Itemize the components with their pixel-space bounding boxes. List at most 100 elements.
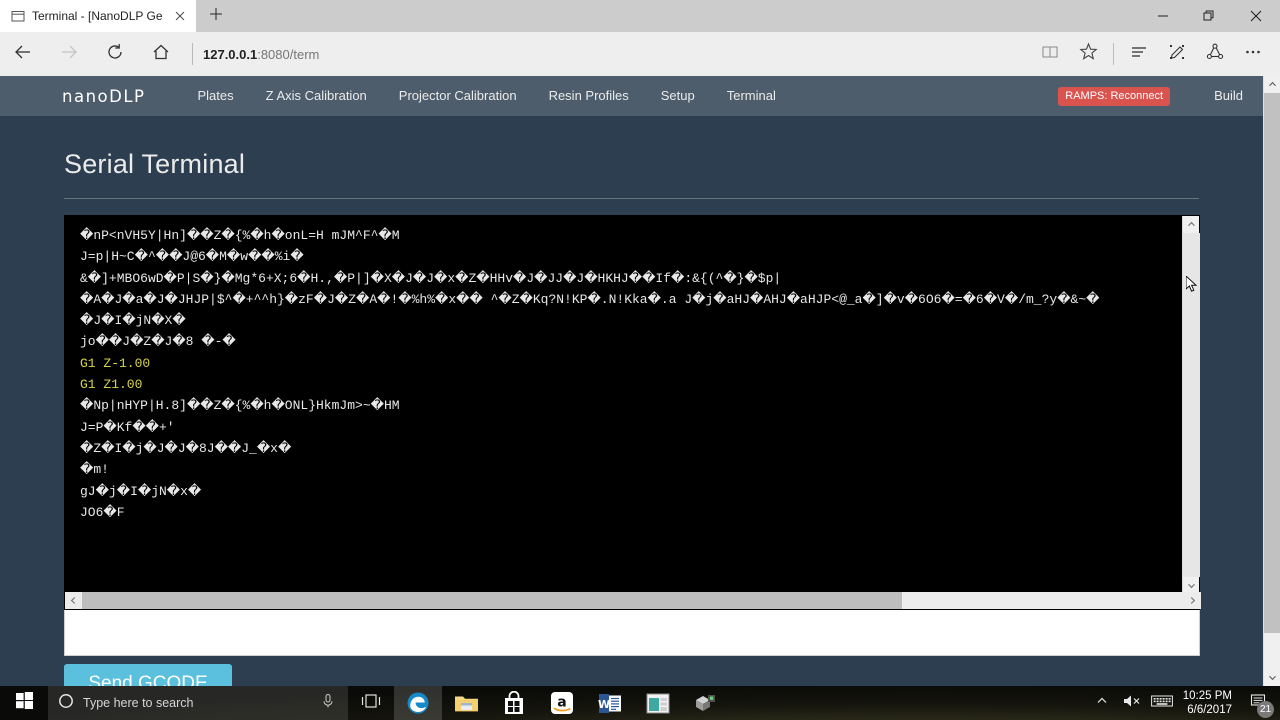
taskbar-app-app-window[interactable] [634,686,682,720]
taskbar-apps: a W [394,686,730,720]
page-content: Serial Terminal �nP<nVH5Y|Hn]��Z�{%�h�on… [0,116,1280,686]
terminal-hscroll-thumb[interactable] [82,592,902,609]
nav-item-projector-calibration[interactable]: Projector Calibration [383,76,533,116]
taskbar-app-amazon[interactable]: a [538,686,586,720]
scroll-right-icon[interactable] [1184,592,1201,609]
file-explorer-icon [454,696,478,712]
tab-strip: Terminal - [NanoDLP Ge [0,0,236,32]
reading-view-icon [1041,43,1059,66]
nav-item-setup[interactable]: Setup [645,76,711,116]
terminal-vscroll-thumb[interactable] [1183,233,1200,577]
terminal-output[interactable]: �nP<nVH5Y|Hn]��Z�{%�h�onL=H mJM^F^�M J=p|… [65,216,1184,594]
3d-builder-icon [696,695,715,711]
address-bar[interactable]: 127.0.0.1:8080/term [203,32,1031,76]
start-button[interactable] [0,686,48,720]
page-scroll-up-icon[interactable] [1264,76,1280,93]
terminal-line: J=P�Kf��+' [80,419,175,435]
nav-item-z-axis-calibration[interactable]: Z Axis Calibration [250,76,383,116]
browser-tab[interactable]: Terminal - [NanoDLP Ge [0,0,196,32]
taskbar-app-store[interactable] [490,686,538,720]
microphone-icon[interactable] [321,693,335,714]
page-vertical-scrollbar[interactable] [1263,76,1280,686]
gcode-input[interactable] [64,610,1200,656]
taskbar-app-edge[interactable] [394,686,442,720]
taskbar-clock[interactable]: 10:25 PM 6/6/2017 [1177,689,1242,717]
taskbar-app-file-explorer[interactable] [442,686,490,720]
web-note-icon [1167,42,1187,67]
hub-button[interactable] [1120,32,1158,76]
touch-keyboard-button[interactable] [1147,686,1177,720]
page-scroll-down-icon[interactable] [1264,669,1280,686]
edge-icon [407,692,429,714]
terminal-horizontal-scrollbar[interactable] [65,592,1201,609]
volume-muted-icon [1123,694,1141,713]
toolbar-actions [1031,32,1280,76]
terminal-line: JO6�F [80,504,125,520]
page-scroll-thumb[interactable] [1264,93,1280,633]
show-hidden-icons-button[interactable] [1087,686,1117,720]
search-placeholder: Type here to search [83,696,194,710]
more-button[interactable] [1234,32,1272,76]
toolbar-divider [192,43,193,65]
terminal-line: gJ�j�I�jN�x� [80,483,202,499]
system-tray: 10:25 PM 6/6/2017 21 [1087,686,1280,720]
nav-item-plates[interactable]: Plates [181,76,249,116]
web-note-button[interactable] [1158,32,1196,76]
favorites-star-icon [1078,42,1098,66]
refresh-icon [105,42,125,67]
share-icon [1205,42,1225,67]
favorites-button[interactable] [1069,32,1107,76]
back-button[interactable] [0,32,46,76]
more-icon [1243,42,1263,67]
close-icon[interactable] [173,9,187,23]
terminal-line: �J�I�jN�X� [80,313,186,329]
windows-taskbar: Type here to search a W 10:25 PM 6/6/201… [0,686,1280,720]
brand-logo[interactable]: nanoDLP [62,87,145,106]
browser-toolbar: 127.0.0.1:8080/term [0,32,1280,76]
store-icon [505,691,523,714]
minimize-button[interactable] [1140,0,1186,32]
home-button[interactable] [138,32,184,76]
app-window-icon [646,693,670,713]
browser-titlebar: Terminal - [NanoDLP Ge [0,0,1280,32]
serial-terminal-panel: �nP<nVH5Y|Hn]��Z�{%�h�onL=H mJM^F^�M J=p|… [64,215,1201,610]
nav-item-resin-profiles[interactable]: Resin Profiles [533,76,645,116]
svg-text:a: a [557,695,566,711]
window-controls [1140,0,1280,32]
terminal-line: �A�J�a�J�JHJP|$^�+^^h}�zF�J�Z�A�!�%h%�x�… [80,291,1100,307]
task-view-button[interactable] [348,686,394,720]
terminal-gcode-line: G1 Z-1.00 [80,355,151,371]
close-button[interactable] [1232,0,1280,32]
brand-text: nanoDLP [62,86,146,106]
scroll-left-icon[interactable] [65,592,82,609]
refresh-button[interactable] [92,32,138,76]
site-navbar: nanoDLP Plates Z Axis Calibration Projec… [0,76,1263,116]
status-badge[interactable]: RAMPS: Reconnect [1058,86,1171,106]
taskbar-app-word[interactable]: W [586,686,634,720]
window-icon [11,9,25,23]
terminal-line: �Np|nHYP|H.8]��Z�{%�h�ONL}HkmJm>~�HM [80,398,400,414]
scroll-up-icon[interactable] [1183,216,1200,233]
taskbar-app-3d-builder[interactable] [682,686,730,720]
plus-icon [208,6,224,27]
search-box[interactable]: Type here to search [48,686,348,720]
action-center-button[interactable]: 21 [1242,686,1276,720]
nav-item-build[interactable]: Build [1170,76,1243,116]
reading-view-button[interactable] [1031,32,1069,76]
cortana-circle-icon [58,693,74,714]
forward-arrow-icon [59,42,79,67]
nav-item-terminal[interactable]: Terminal [711,76,792,116]
nav-right-group: RAMPS: Reconnect Build [1058,76,1263,116]
show-hidden-icons-icon [1096,694,1108,712]
svg-text:W: W [598,698,610,711]
send-gcode-button[interactable]: Send GCODE [64,664,232,686]
terminal-line: �nP<nVH5Y|Hn]��Z�{%�h�onL=H mJM^F^�M [80,228,400,243]
terminal-vertical-scrollbar[interactable] [1182,216,1200,594]
forward-button[interactable] [46,32,92,76]
page-title: Serial Terminal [64,149,246,179]
restore-button[interactable] [1186,0,1232,32]
share-button[interactable] [1196,32,1234,76]
volume-button[interactable] [1117,686,1147,720]
new-tab-button[interactable] [196,0,236,32]
address-host: 127.0.0.1 [203,46,258,62]
